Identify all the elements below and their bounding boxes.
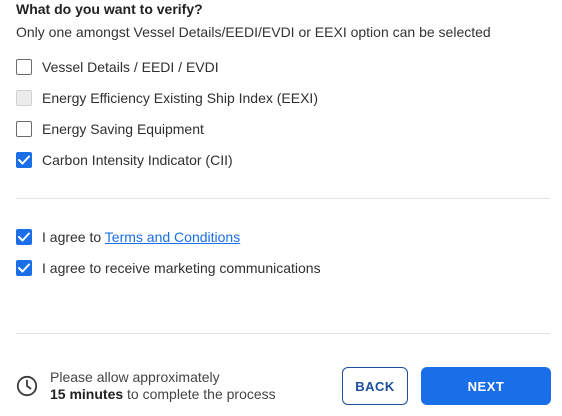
energy-saving-label: Energy Saving Equipment xyxy=(42,121,204,137)
notice-line2: 15 minutes to complete the process xyxy=(50,386,276,403)
eexi-label: Energy Efficiency Existing Ship Index (E… xyxy=(42,90,318,106)
check-icon xyxy=(18,155,30,165)
footer-divider xyxy=(16,333,550,334)
eexi-checkbox xyxy=(16,90,32,106)
vessel-details-checkbox[interactable] xyxy=(16,59,32,75)
check-icon xyxy=(18,232,30,242)
option-energy-saving[interactable]: Energy Saving Equipment xyxy=(16,119,204,139)
back-button[interactable]: BACK xyxy=(342,367,408,405)
marketing-label: I agree to receive marketing communicati… xyxy=(42,260,321,276)
notice-duration: 15 minutes xyxy=(50,386,124,402)
time-notice-text: Please allow approximately 15 minutes to… xyxy=(50,369,276,403)
next-button[interactable]: NEXT xyxy=(421,367,551,405)
marketing-checkbox[interactable] xyxy=(16,260,32,276)
notice-line1: Please allow approximately xyxy=(50,369,220,385)
question-title: What do you want to verify? xyxy=(16,1,203,17)
terms-and-conditions-link[interactable]: Terms and Conditions xyxy=(105,229,240,245)
question-subtitle: Only one amongst Vessel Details/EEDI/EVD… xyxy=(16,24,491,40)
section-divider xyxy=(16,198,550,199)
terms-checkbox[interactable] xyxy=(16,229,32,245)
clock-icon xyxy=(16,375,38,397)
marketing-agreement[interactable]: I agree to receive marketing communicati… xyxy=(16,258,321,278)
option-eexi: Energy Efficiency Existing Ship Index (E… xyxy=(16,88,318,108)
notice-rest: to complete the process xyxy=(123,386,276,402)
terms-label: I agree to Terms and Conditions xyxy=(42,229,240,245)
vessel-details-label: Vessel Details / EEDI / EVDI xyxy=(42,59,219,75)
time-notice: Please allow approximately 15 minutes to… xyxy=(16,366,276,406)
cii-label: Carbon Intensity Indicator (CII) xyxy=(42,152,233,168)
option-cii[interactable]: Carbon Intensity Indicator (CII) xyxy=(16,150,233,170)
cii-checkbox[interactable] xyxy=(16,152,32,168)
terms-prefix: I agree to xyxy=(42,229,105,245)
terms-agreement[interactable]: I agree to Terms and Conditions xyxy=(16,227,240,247)
energy-saving-checkbox[interactable] xyxy=(16,121,32,137)
check-icon xyxy=(18,263,30,273)
option-vessel-details[interactable]: Vessel Details / EEDI / EVDI xyxy=(16,57,219,77)
